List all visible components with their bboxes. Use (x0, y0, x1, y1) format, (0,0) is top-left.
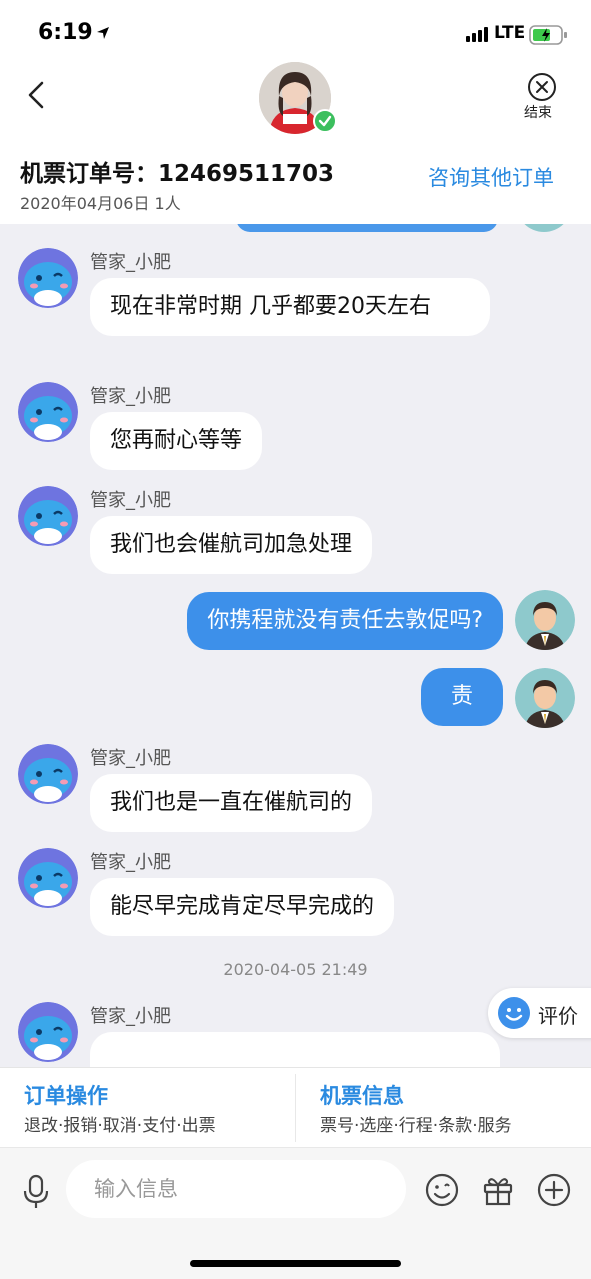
order-number-title: 机票订单号：12469511703 (20, 161, 335, 187)
agent-avatar[interactable] (18, 486, 78, 546)
agent-name: 管家_小肥 (90, 490, 171, 511)
order-action-bar: 订单操作 退改·报销·取消·支付·出票 机票信息 票号·选座·行程·条款·服务 (0, 1067, 591, 1147)
user-message-bubble[interactable]: 责 (420, 668, 503, 726)
ticket-info-subtitle: 票号·选座·行程·条款·服务 (320, 1116, 512, 1136)
end-chat-label[interactable]: 结束 (524, 102, 552, 122)
user-avatar[interactable] (515, 590, 575, 650)
agent-message-bubble[interactable]: 能尽早完成肯定尽早完成的 (90, 878, 395, 936)
ticket-info-title: 机票信息 (320, 1084, 404, 1108)
order-operations-title: 订单操作 (24, 1084, 108, 1108)
agent-name: 管家_小肥 (90, 748, 171, 769)
user-avatar-partial[interactable] (516, 224, 572, 232)
message-input-bar (0, 1147, 591, 1279)
plus-circle-icon[interactable] (536, 1172, 572, 1212)
message-timestamp: 2020-04-05 21:49 (223, 960, 368, 979)
verified-check-icon (313, 109, 337, 133)
close-circle-icon (528, 73, 556, 101)
agent-message-bubble[interactable] (90, 1032, 500, 1067)
agent-name: 管家_小肥 (90, 386, 171, 407)
emoji-icon[interactable] (424, 1172, 460, 1212)
chat-header: 结束 机票订单号：12469511703 2020年04月06日 1人 咨询其他… (0, 62, 591, 224)
consult-other-orders-link[interactable]: 咨询其他订单 (428, 162, 554, 192)
signal-icon (466, 26, 492, 46)
agent-message-bubble[interactable]: 现在非常时期 几乎都要20天左右 (90, 278, 490, 336)
location-arrow-icon (96, 25, 110, 44)
agent-message-bubble[interactable]: 您再耐心等等 (90, 412, 263, 470)
agent-message-bubble[interactable]: 我们也是一直在催航司的 (90, 774, 373, 832)
back-chevron-icon[interactable] (22, 80, 52, 110)
agent-name: 管家_小肥 (90, 852, 171, 873)
home-indicator (190, 1260, 401, 1267)
agent-avatar[interactable] (18, 744, 78, 804)
microphone-icon[interactable] (20, 1174, 52, 1214)
user-avatar[interactable] (515, 668, 575, 728)
gift-icon[interactable] (480, 1172, 516, 1212)
user-message-bubble[interactable]: 你携程就没有责任去敦促吗? (187, 592, 503, 650)
rate-service-button[interactable]: 评价 (488, 988, 591, 1038)
agent-name: 管家_小肥 (90, 1006, 171, 1027)
status-time: 6:19 (38, 20, 93, 45)
user-message-bubble-partial[interactable] (236, 224, 498, 232)
agent-avatar[interactable] (18, 382, 78, 442)
agent-avatar[interactable] (18, 248, 78, 308)
agent-name: 管家_小肥 (90, 252, 171, 273)
battery-icon (529, 25, 569, 49)
network-label: LTE (494, 23, 526, 43)
order-date-passengers: 2020年04月06日 1人 (20, 194, 181, 213)
ticket-info-button[interactable]: 机票信息 票号·选座·行程·条款·服务 (296, 1068, 591, 1148)
agent-avatar[interactable] (18, 1002, 78, 1062)
message-input[interactable] (66, 1160, 406, 1218)
status-bar: 6:19 LTE (0, 0, 591, 62)
agent-message-bubble[interactable]: 我们也会催航司加急处理 (90, 516, 373, 574)
rate-label: 评价 (538, 1004, 578, 1028)
chat-message-list[interactable]: 管家_小肥 现在非常时期 几乎都要20天左右 管家_小肥 您再耐心等等 管家_小… (0, 224, 591, 1067)
smile-icon (498, 997, 530, 1029)
order-operations-button[interactable]: 订单操作 退改·报销·取消·支付·出票 (0, 1068, 295, 1148)
agent-avatar[interactable] (18, 848, 78, 908)
order-operations-subtitle: 退改·报销·取消·支付·出票 (24, 1116, 216, 1136)
